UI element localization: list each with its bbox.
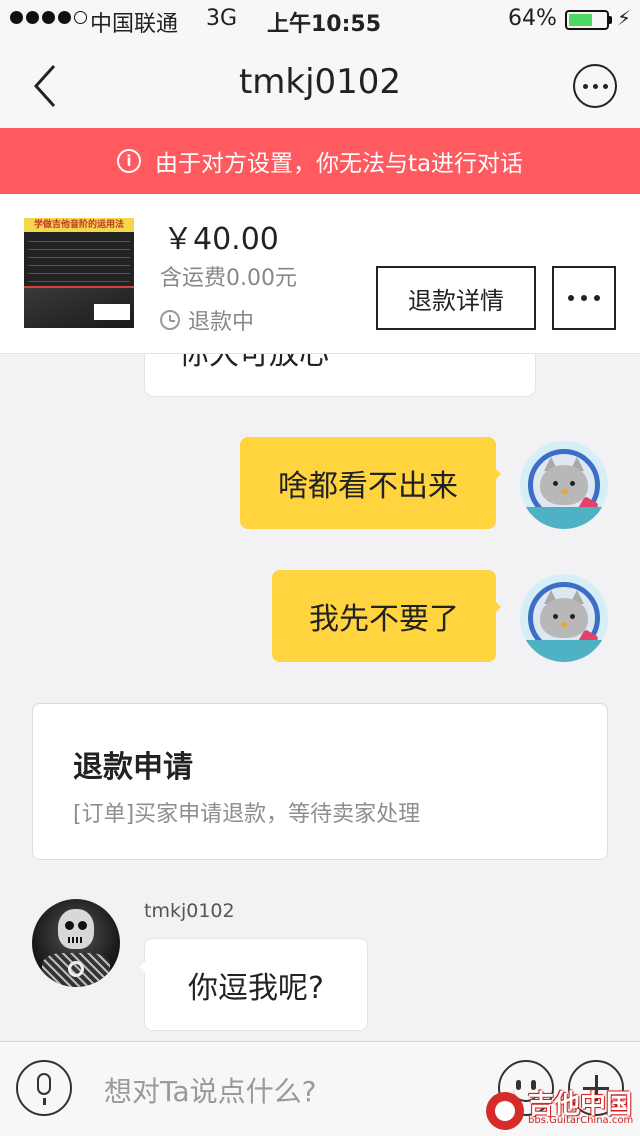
order-more-button[interactable] xyxy=(552,266,616,330)
signal-strength-icon xyxy=(10,11,87,24)
card-description: [订单]买家申请退款，等待卖家处理 xyxy=(73,802,421,827)
banner-text: 由于对方设置，你无法与ta进行对话 xyxy=(154,151,524,177)
site-watermark: 吉他中国 bbs.GuitarChina.com xyxy=(486,1084,636,1130)
status-bar: 中国联通 3G 上午10:55 64% ⚡ xyxy=(0,0,640,40)
info-icon: i xyxy=(116,149,141,173)
carrier-label: 中国联通 xyxy=(90,12,179,37)
message-text: 你逗我呢? xyxy=(188,970,324,1006)
microphone-icon xyxy=(37,1073,51,1095)
more-options-button[interactable] xyxy=(573,64,617,108)
message-text: 啥都看不出来 xyxy=(278,469,458,504)
my-avatar[interactable] xyxy=(520,441,608,529)
clock-icon xyxy=(160,310,180,330)
message-input[interactable]: 想对Ta说点什么? xyxy=(104,1070,317,1110)
microphone-button[interactable] xyxy=(16,1060,72,1116)
more-horizontal-icon xyxy=(568,295,574,301)
chat-title: tmkj0102 xyxy=(238,62,402,102)
navigation-bar: tmkj0102 xyxy=(0,40,640,128)
network-type: 3G xyxy=(206,6,238,31)
order-summary: 学做吉他音阶的运用法 ￥40.00 含运费0.00元 退款中 退款详情 xyxy=(0,194,640,354)
refund-request-card[interactable]: 退款申请 [订单]买家申请退款，等待卖家处理 xyxy=(32,703,608,860)
order-status: 退款中 xyxy=(160,304,254,336)
battery-percent: 64% xyxy=(508,6,557,31)
message-text: 我先不要了 xyxy=(309,602,459,637)
card-title: 退款申请 xyxy=(73,750,193,785)
product-thumbnail-title: 学做吉他音阶的运用法 xyxy=(24,218,134,232)
message-bubble-incoming[interactable]: 你逗我呢? xyxy=(139,938,368,1031)
charging-icon: ⚡ xyxy=(617,6,632,30)
sender-avatar[interactable] xyxy=(32,899,120,987)
product-thumbnail[interactable]: 学做吉他音阶的运用法 xyxy=(24,218,134,328)
chat-restriction-banner: i 由于对方设置，你无法与ta进行对话 xyxy=(0,128,640,194)
order-price: ￥40.00 xyxy=(163,222,279,257)
watermark-url: bbs.GuitarChina.com xyxy=(528,1115,634,1126)
refund-details-button[interactable]: 退款详情 xyxy=(376,266,536,330)
clock: 上午10:55 xyxy=(267,12,382,37)
shipping-fee: 含运费0.00元 xyxy=(160,266,297,291)
message-bubble-outgoing[interactable]: 啥都看不出来 xyxy=(240,437,501,529)
message-bubble-outgoing[interactable]: 我先不要了 xyxy=(272,570,501,662)
order-status-text: 退款中 xyxy=(188,310,255,335)
battery-icon xyxy=(565,10,609,30)
watermark-logo-icon xyxy=(486,1092,524,1130)
my-avatar[interactable] xyxy=(520,574,608,662)
sender-name: tmkj0102 xyxy=(144,900,235,922)
